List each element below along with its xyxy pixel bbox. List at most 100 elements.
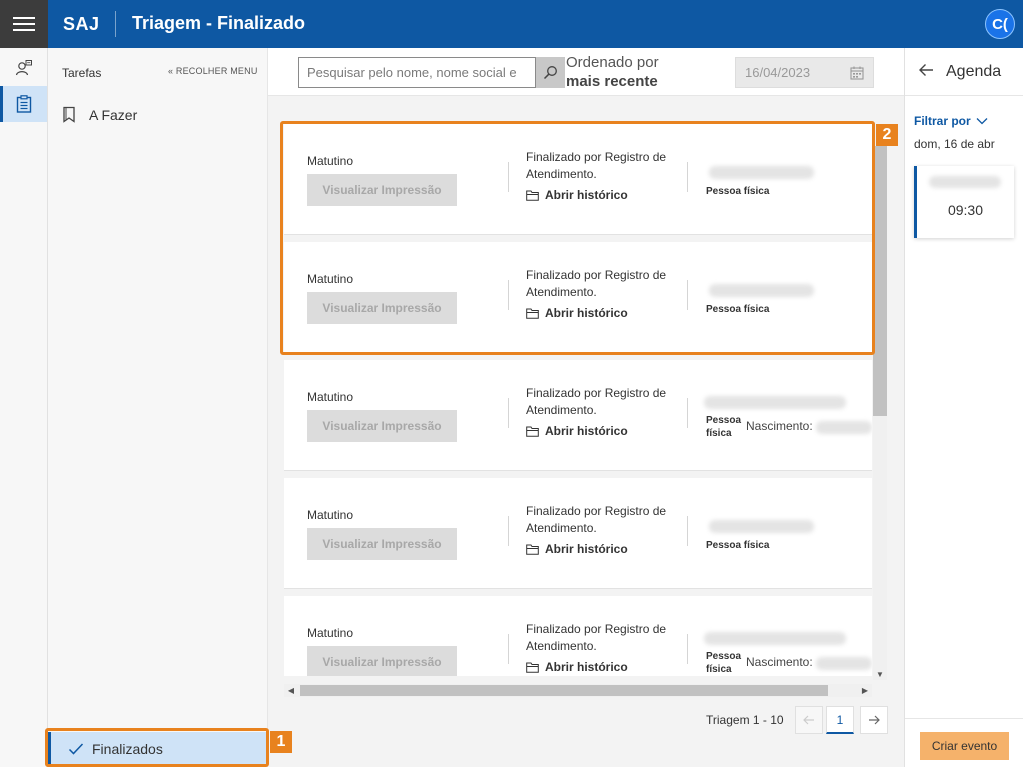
scroll-right-icon[interactable]: ▶ <box>858 684 872 697</box>
filter-dropdown[interactable]: Filtrar por <box>914 114 988 128</box>
divider <box>508 634 509 664</box>
arrow-right-icon <box>869 715 880 725</box>
shift-label: Matutino <box>307 390 354 404</box>
app-header: SAJ Triagem - Finalizado C( <box>0 0 1023 48</box>
redacted-event-title <box>929 176 1001 188</box>
open-history-link[interactable]: Abrir histórico <box>526 188 628 202</box>
open-history-link[interactable]: Abrir histórico <box>526 306 628 320</box>
redacted-name <box>709 166 814 179</box>
view-print-button[interactable]: Visualizar Impressão <box>307 410 457 442</box>
redacted-birth-date <box>816 657 872 670</box>
pagination-range: Triagem 1 - 10 <box>706 713 784 727</box>
folder-icon <box>526 426 539 437</box>
page-title: Triagem - Finalizado <box>132 13 306 33</box>
open-history-label: Abrir histórico <box>545 188 628 202</box>
icon-rail <box>0 48 48 767</box>
sort-order[interactable]: Ordenado por mais recente <box>566 53 659 91</box>
calendar-button[interactable] <box>841 58 873 87</box>
triage-list: Matutino Visualizar Impressão Finalizado… <box>268 96 904 706</box>
search-button[interactable] <box>536 57 565 88</box>
agenda-panel: Agenda Filtrar por dom, 16 de abr 09:30 … <box>904 48 1023 767</box>
person-type: Pessoa física <box>706 415 742 439</box>
person-type: Pessoa física <box>706 186 770 197</box>
back-button[interactable] <box>918 63 934 80</box>
horizontal-scrollbar[interactable]: ◀ ▶ <box>284 684 872 697</box>
calendar-icon <box>850 66 864 80</box>
sort-order-value: mais recente <box>566 73 658 90</box>
divider <box>508 280 509 310</box>
view-print-button[interactable]: Visualizar Impressão <box>307 174 457 206</box>
divider <box>508 162 509 192</box>
open-history-label: Abrir histórico <box>545 542 628 556</box>
next-page-button[interactable] <box>860 706 888 734</box>
status-text: Finalizado por Registro de Atendimento. <box>526 622 667 653</box>
agenda-title: Agenda <box>946 63 1002 80</box>
filter-label: Filtrar por <box>914 114 971 128</box>
rail-item-attendance[interactable] <box>0 50 47 86</box>
header-divider <box>115 11 116 37</box>
open-history-link[interactable]: Abrir histórico <box>526 424 628 438</box>
rail-item-triage[interactable] <box>0 86 47 122</box>
search-box <box>298 57 536 88</box>
status-text: Finalizado por Registro de Atendimento. <box>526 268 667 299</box>
list-item: Matutino Visualizar Impressão Finalizado… <box>284 124 872 235</box>
list-item: Matutino Visualizar Impressão Finalizado… <box>284 242 872 353</box>
page-button-current[interactable]: 1 <box>826 706 854 734</box>
collapse-menu-link[interactable]: « RECOLHER MENU <box>168 66 258 76</box>
scroll-down-icon[interactable]: ▼ <box>873 668 887 680</box>
sort-order-prefix: Ordenado por <box>566 54 659 71</box>
hamburger-icon <box>13 13 35 35</box>
person-list-icon <box>15 60 32 76</box>
view-print-button[interactable]: Visualizar Impressão <box>307 528 457 560</box>
sidebar-item-todo[interactable]: A Fazer <box>62 106 137 123</box>
vertical-scrollbar[interactable]: ▼ <box>873 124 887 680</box>
triage-list-viewport: Matutino Visualizar Impressão Finalizado… <box>284 124 872 676</box>
status-text: Finalizado por Registro de Atendimento. <box>526 504 667 535</box>
redacted-birth-date <box>816 421 872 434</box>
search-input[interactable] <box>299 58 535 87</box>
callout-number-1: 1 <box>270 731 292 753</box>
list-toolbar: Ordenado por mais recente <box>268 48 904 96</box>
list-item: Matutino Visualizar Impressão Finalizado… <box>284 596 872 676</box>
scroll-left-icon[interactable]: ◀ <box>284 684 298 697</box>
chevron-down-icon <box>976 118 988 125</box>
folder-icon <box>526 308 539 319</box>
arrow-left-icon <box>803 715 814 725</box>
redacted-name <box>709 284 814 297</box>
divider <box>687 162 688 192</box>
person-type: Pessoa física <box>706 651 742 675</box>
view-print-button[interactable]: Visualizar Impressão <box>307 646 457 676</box>
divider <box>508 516 509 546</box>
tasks-title: Tarefas <box>62 66 102 80</box>
sidebar-item-finalizados[interactable]: Finalizados <box>48 732 267 766</box>
divider <box>687 516 688 546</box>
scrollbar-thumb[interactable] <box>300 685 828 696</box>
folder-icon <box>526 544 539 555</box>
user-avatar[interactable]: C( <box>985 9 1015 39</box>
shift-label: Matutino <box>307 154 354 168</box>
callout-number-2: 2 <box>876 124 898 146</box>
clipboard-icon <box>16 95 31 113</box>
sidebar-item-label: Finalizados <box>92 741 163 757</box>
open-history-link[interactable]: Abrir histórico <box>526 660 628 674</box>
view-print-button[interactable]: Visualizar Impressão <box>307 292 457 324</box>
open-history-link[interactable]: Abrir histórico <box>526 542 628 556</box>
brand-logo[interactable]: SAJ <box>63 14 100 35</box>
date-input[interactable] <box>736 58 840 87</box>
divider <box>687 398 688 428</box>
date-picker <box>735 57 874 88</box>
redacted-name <box>704 396 846 409</box>
divider <box>508 398 509 428</box>
previous-page-button[interactable] <box>795 706 823 734</box>
create-event-button[interactable]: Criar evento <box>920 732 1009 760</box>
bookmark-icon <box>63 106 75 123</box>
tasks-panel: Tarefas « RECOLHER MENU A Fazer Finaliza… <box>48 48 268 767</box>
divider <box>687 634 688 664</box>
shift-label: Matutino <box>307 272 354 286</box>
agenda-date: dom, 16 de abr <box>914 137 995 151</box>
open-history-label: Abrir histórico <box>545 424 628 438</box>
folder-icon <box>526 190 539 201</box>
scrollbar-thumb[interactable] <box>873 146 887 416</box>
agenda-event[interactable]: 09:30 <box>914 166 1014 238</box>
menu-button[interactable] <box>0 0 48 48</box>
